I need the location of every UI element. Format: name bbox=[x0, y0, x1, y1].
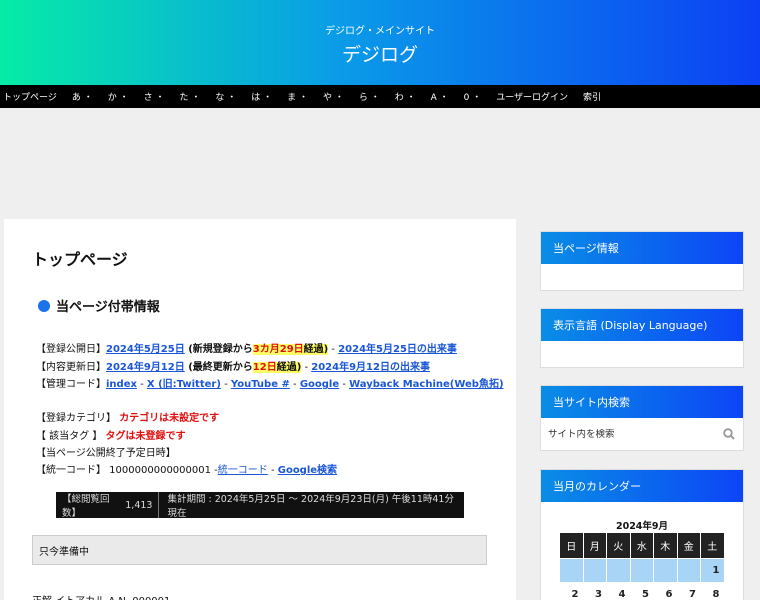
calendar-month: 2024年9月 bbox=[615, 521, 669, 532]
registered-date-line: 【登録公開日】2024年5月25日 (新規登録から3カ月29日経過) - 202… bbox=[36, 344, 457, 355]
nav-item-na[interactable]: な ・ bbox=[215, 90, 236, 103]
search-row bbox=[541, 418, 743, 450]
calendar-day bbox=[629, 558, 654, 583]
registered-event-link[interactable]: 2024年5月25日の出来事 bbox=[338, 344, 457, 355]
nav-item-ha[interactable]: は ・ bbox=[251, 90, 272, 103]
nav-item-a[interactable]: あ ・ bbox=[72, 90, 93, 103]
calendar-day[interactable]: 1 bbox=[700, 558, 725, 583]
updated-elapsed-days: 12日 bbox=[252, 362, 277, 373]
calendar-day bbox=[676, 558, 701, 583]
view-stats-bar: 【総閲覧回数】 1,413 集計期間 : 2024年5月25日 ～ 2024年9… bbox=[56, 492, 464, 519]
category-line: 【登録カテゴリ】 カテゴリは未設定です bbox=[36, 413, 220, 424]
nav-item-alpha[interactable]: A ・ bbox=[431, 90, 449, 103]
nav-item-ma[interactable]: ま ・ bbox=[287, 90, 308, 103]
bullet-icon bbox=[38, 299, 50, 312]
elapsed-days: 3カ月29日 bbox=[252, 344, 304, 355]
wayback-link[interactable]: Wayback Machine(Web魚拓) bbox=[349, 379, 503, 390]
google-link[interactable]: Google bbox=[300, 379, 339, 390]
calendar-day[interactable]: 3 bbox=[582, 582, 607, 600]
nav-item-wa[interactable]: わ ・ bbox=[395, 90, 416, 103]
weekday-fri: 金 bbox=[676, 532, 701, 559]
weekday-mon: 月 bbox=[582, 532, 607, 559]
calendar-day[interactable]: 7 bbox=[676, 582, 701, 600]
unified-code-line: 【統一コード】 1000000000000001 -統一コード - Google… bbox=[36, 465, 338, 476]
nav-item-ra[interactable]: ら ・ bbox=[359, 90, 380, 103]
stats-period: 集計期間 : 2024年5月25日 ～ 2024年9月23日(月) 午後11時4… bbox=[167, 494, 454, 519]
weekday-sun: 日 bbox=[559, 532, 584, 559]
search-widget: 当サイト内検索 bbox=[540, 385, 744, 451]
weekday-tue: 火 bbox=[606, 532, 631, 559]
calendar-table: 日 月 火 水 木 金 土 1 2 3 4 5 6 7 8 bbox=[559, 532, 725, 600]
calendar-day[interactable]: 8 bbox=[700, 582, 725, 600]
language-widget: 表示言語 (Display Language) bbox=[540, 308, 744, 368]
section-title: 当ページ付帯情報 bbox=[38, 296, 160, 315]
weekday-wed: 水 bbox=[629, 532, 654, 559]
calendar-day bbox=[606, 558, 631, 583]
updated-event-link[interactable]: 2024年9月12日の出来事 bbox=[311, 362, 430, 373]
nav-item-ta[interactable]: た ・ bbox=[179, 90, 200, 103]
calendar-day bbox=[582, 558, 607, 583]
calendar-day bbox=[653, 558, 678, 583]
registered-date-link[interactable]: 2024年5月25日 bbox=[106, 344, 185, 355]
calendar-day[interactable]: 4 bbox=[606, 582, 631, 600]
admin-code-line: 【管理コード】index - X (旧:Twitter) - YouTube #… bbox=[36, 379, 504, 390]
google-search-link[interactable]: Google検索 bbox=[278, 465, 337, 476]
calendar-day bbox=[559, 558, 584, 583]
content-text: 正解 イトアカル A N. 000001 bbox=[32, 592, 170, 600]
calendar-widget: 当月のカレンダー 2024年9月 日 月 火 水 木 金 土 1 2 3 4 5… bbox=[540, 469, 744, 600]
calendar-day[interactable]: 6 bbox=[653, 582, 678, 600]
youtube-link[interactable]: YouTube # bbox=[231, 379, 290, 390]
main-nav: トップページ あ ・ か ・ さ ・ た ・ な ・ は ・ ま ・ や ・ ら… bbox=[0, 85, 760, 108]
search-icon[interactable] bbox=[723, 428, 735, 440]
page-info-title: 当ページ情報 bbox=[541, 232, 743, 264]
calendar-title: 当月のカレンダー bbox=[541, 470, 743, 502]
tags-value: タグは未登録です bbox=[105, 431, 186, 442]
page-title: トップページ bbox=[32, 250, 128, 269]
unified-code-link[interactable]: 統一コード bbox=[218, 465, 268, 476]
language-title: 表示言語 (Display Language) bbox=[541, 309, 743, 341]
updated-date-line: 【内容更新日】2024年9月12日 (最終更新から12日経過) - 2024年9… bbox=[36, 362, 430, 373]
weekday-thu: 木 bbox=[653, 532, 678, 559]
site-header: デジログ・メインサイト デジログ bbox=[0, 0, 760, 85]
weekday-sat: 土 bbox=[700, 532, 725, 559]
nav-item-ya[interactable]: や ・ bbox=[323, 90, 344, 103]
nav-item-sa[interactable]: さ ・ bbox=[144, 90, 165, 103]
nav-item-index[interactable]: 索引 bbox=[583, 90, 601, 103]
updated-date-link[interactable]: 2024年9月12日 bbox=[106, 362, 185, 373]
index-link[interactable]: index bbox=[106, 379, 137, 390]
nav-item-login[interactable]: ユーザーログイン bbox=[496, 90, 568, 103]
search-input[interactable] bbox=[548, 428, 698, 440]
notice-box: 只今準備中 bbox=[32, 535, 487, 565]
page-info-widget: 当ページ情報 bbox=[540, 231, 744, 291]
site-description: デジログ・メインサイト bbox=[325, 26, 435, 37]
end-date-line: 【当ページ公開終了予定日時】 bbox=[36, 448, 176, 459]
category-value: カテゴリは未設定です bbox=[119, 413, 220, 424]
calendar-day[interactable]: 2 bbox=[559, 582, 584, 600]
nav-item-ka[interactable]: か ・ bbox=[108, 90, 129, 103]
site-title[interactable]: デジログ bbox=[0, 40, 760, 67]
calendar-day[interactable]: 5 bbox=[629, 582, 654, 600]
nav-item-top[interactable]: トップページ bbox=[3, 90, 57, 103]
nav-item-num[interactable]: 0 ・ bbox=[464, 90, 482, 103]
section-title-text: 当ページ付帯情報 bbox=[56, 300, 160, 315]
search-title: 当サイト内検索 bbox=[541, 386, 743, 418]
tags-line: 【 該当タグ 】 タグは未登録です bbox=[36, 431, 186, 442]
view-count: 【総閲覧回数】 1,413 bbox=[56, 492, 160, 519]
x-twitter-link[interactable]: X (旧:Twitter) bbox=[147, 379, 221, 390]
